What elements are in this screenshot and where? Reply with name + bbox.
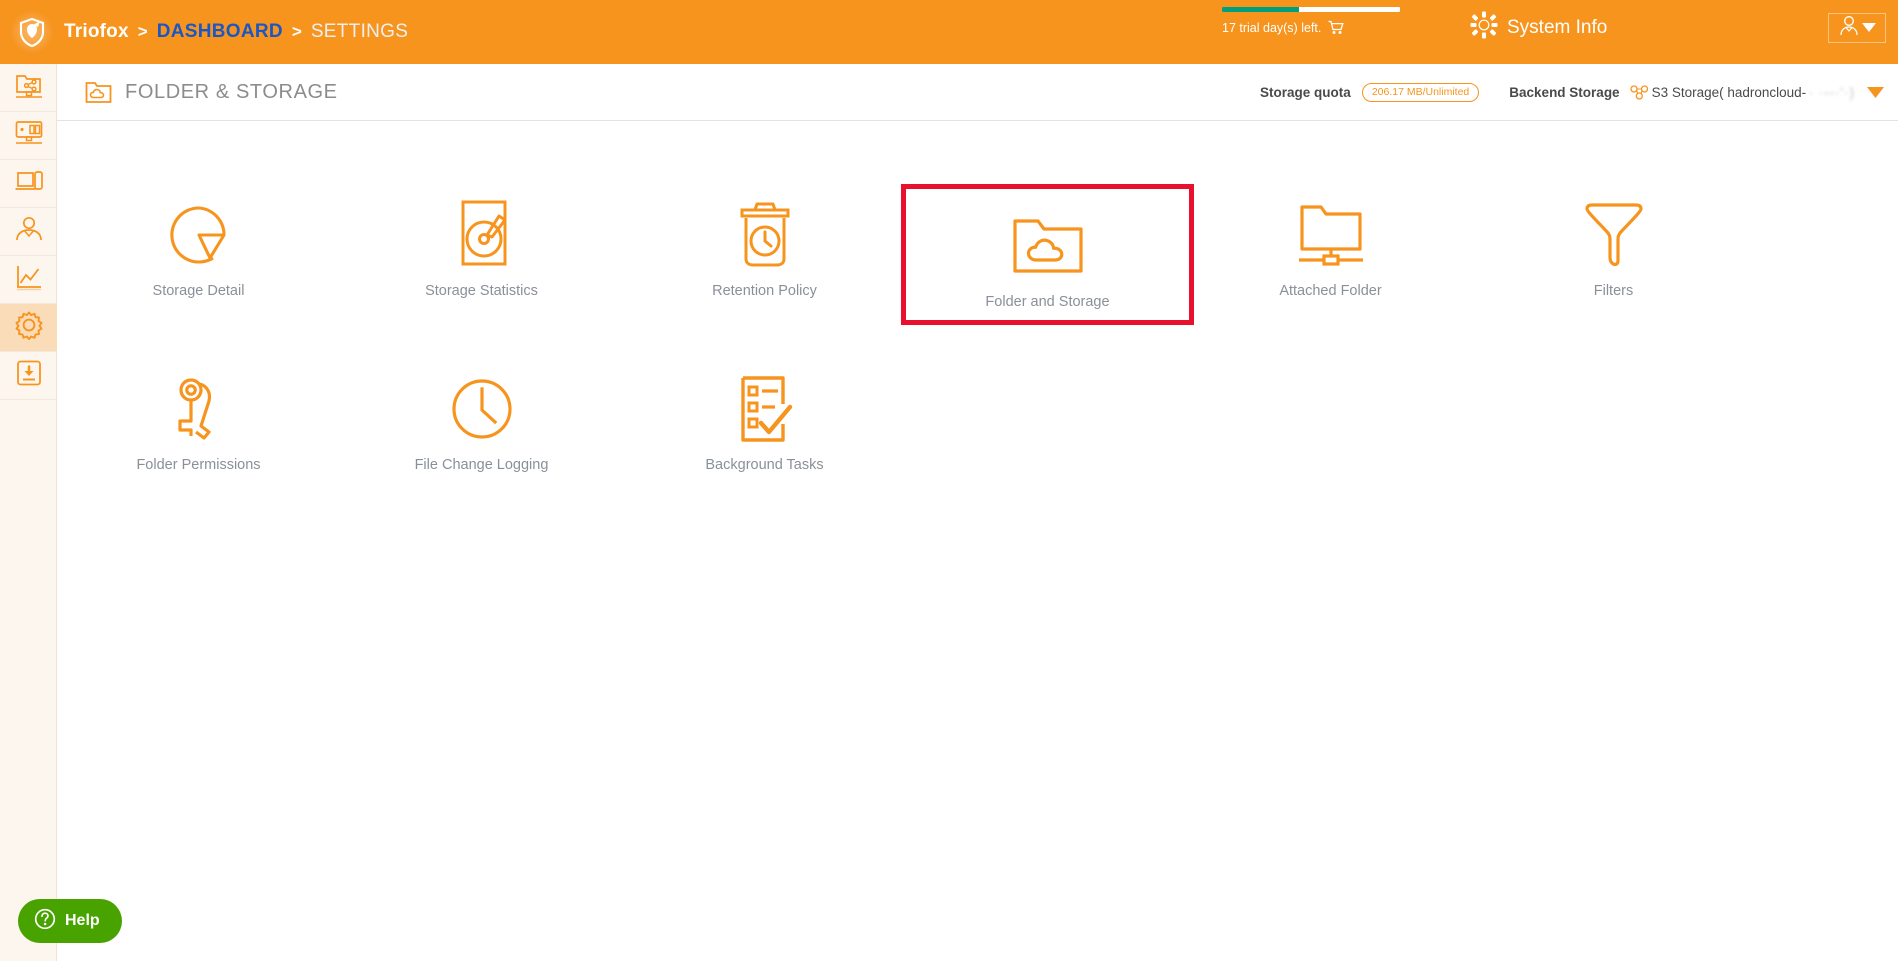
chevron-down-icon	[1861, 19, 1876, 37]
breadcrumb-dashboard-link[interactable]: DASHBOARD	[157, 21, 283, 43]
sidebar-item-devices[interactable]	[0, 112, 57, 160]
page-header: FOLDER & STORAGE Storage quota 206.17 MB…	[57, 64, 1898, 121]
tile-background-tasks[interactable]: Background Tasks	[623, 363, 906, 511]
laptop-mobile-icon	[14, 168, 44, 199]
folder-cloud-icon	[1012, 200, 1084, 292]
page-title: FOLDER & STORAGE	[125, 80, 338, 103]
disk-gauge-icon	[451, 189, 513, 281]
line-chart-icon	[15, 263, 43, 296]
share-folder-network-icon	[14, 70, 44, 105]
tile-label: Storage Statistics	[425, 283, 538, 299]
monitor-devices-icon	[14, 119, 44, 152]
sidebar-item-shared-folder[interactable]	[0, 64, 57, 112]
trial-days-label: 17 trial day(s) left.	[1222, 20, 1322, 35]
user-profile-icon	[15, 215, 43, 248]
help-button[interactable]: Help	[18, 899, 122, 943]
question-circle-icon	[34, 908, 56, 935]
backend-storage-label: Backend Storage	[1509, 84, 1620, 100]
gear-icon	[1470, 11, 1498, 44]
tile-folder-and-storage[interactable]: Folder and Storage	[901, 184, 1194, 325]
help-label: Help	[65, 912, 100, 929]
tile-storage-detail[interactable]: Storage Detail	[57, 189, 340, 337]
sidebar-item-settings[interactable]	[0, 304, 57, 352]
tile-attached-folder[interactable]: Attached Folder	[1189, 189, 1472, 337]
tile-label: Folder Permissions	[136, 457, 261, 473]
cloud-nodes-icon	[1629, 84, 1649, 100]
tile-label: Attached Folder	[1279, 283, 1382, 299]
folder-cloud-icon	[85, 80, 112, 105]
settings-tile-grid: Storage Detail Storage Statistics Retent…	[57, 184, 1847, 511]
tile-label: Background Tasks	[705, 457, 824, 473]
sidebar-item-downloads[interactable]	[0, 352, 57, 400]
brand-name: Triofox	[64, 21, 129, 42]
keys-icon	[166, 363, 232, 455]
tile-file-change-logging[interactable]: File Change Logging	[340, 363, 623, 511]
tile-label: File Change Logging	[414, 457, 549, 473]
sidebar	[0, 64, 57, 961]
tile-label: Filters	[1593, 283, 1634, 299]
tile-storage-statistics[interactable]: Storage Statistics	[340, 189, 623, 337]
triofox-logo-icon	[10, 10, 54, 54]
sidebar-item-reports[interactable]	[0, 256, 57, 304]
tile-label: Retention Policy	[712, 283, 817, 299]
sidebar-item-clients[interactable]	[0, 160, 57, 208]
pie-chart-icon	[166, 189, 232, 281]
user-avatar-icon	[1839, 15, 1859, 41]
trial-progress-fill	[1222, 7, 1299, 12]
top-bar: Triofox > DASHBOARD > SETTINGS 17 trial …	[0, 0, 1898, 64]
tile-retention-policy[interactable]: Retention Policy	[623, 189, 906, 337]
main-content: Storage Detail Storage Statistics Retent…	[57, 121, 1898, 961]
tile-label: Storage Detail	[152, 283, 245, 299]
header-storage-info: Storage quota 206.17 MB/Unlimited Backen…	[1260, 82, 1884, 102]
breadcrumb-settings: SETTINGS	[310, 21, 409, 42]
trial-progress-bar	[1222, 7, 1400, 12]
backend-storage-value: S3 Storage( hadroncloud-	[1651, 84, 1807, 100]
system-info-label: System Info	[1507, 16, 1608, 38]
breadcrumb-separator-1: >	[137, 22, 148, 41]
gear-icon	[14, 310, 44, 345]
system-info-button[interactable]: System Info	[1470, 11, 1607, 44]
folder-network-icon	[1296, 189, 1366, 281]
download-box-icon	[15, 359, 43, 392]
clock-icon	[449, 363, 515, 455]
storage-quota-label: Storage quota	[1260, 84, 1351, 100]
trial-status: 17 trial day(s) left.	[1222, 7, 1412, 35]
tile-label: Folder and Storage	[985, 293, 1110, 310]
user-menu-button[interactable]	[1828, 13, 1886, 43]
trash-clock-icon	[735, 189, 795, 281]
backend-storage-value-redacted: · ·--·'·)	[1808, 84, 1855, 100]
caret-down-icon[interactable]	[1867, 86, 1884, 98]
trial-text-row: 17 trial day(s) left.	[1222, 20, 1412, 35]
funnel-icon	[1581, 189, 1647, 281]
tile-filters[interactable]: Filters	[1472, 189, 1755, 337]
breadcrumb-separator-2: >	[291, 22, 302, 41]
brand-block[interactable]: Triofox	[0, 10, 129, 54]
sidebar-item-users[interactable]	[0, 208, 57, 256]
checklist-icon	[733, 363, 797, 455]
tile-folder-permissions[interactable]: Folder Permissions	[57, 363, 340, 511]
shopping-cart-icon[interactable]	[1328, 20, 1345, 35]
storage-quota-badge: 206.17 MB/Unlimited	[1361, 82, 1480, 102]
